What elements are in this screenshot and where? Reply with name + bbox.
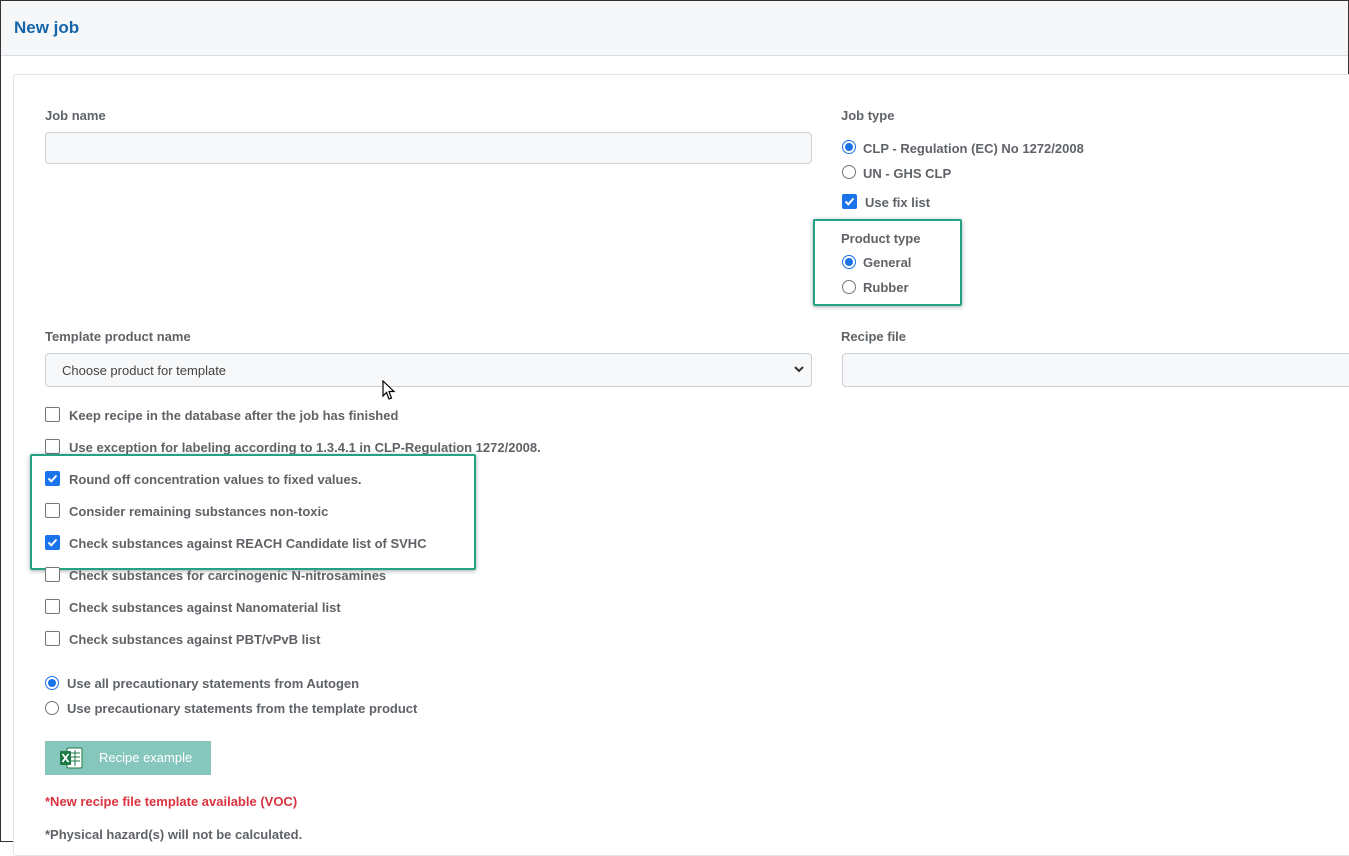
product-type-label: Product type — [841, 231, 921, 246]
mouse-pointer-icon — [382, 380, 396, 400]
recipe-example-label: Recipe example — [99, 750, 193, 765]
precaution-template-label: Use precautionary statements from the te… — [67, 701, 418, 716]
job-type-ghs-radio[interactable] — [842, 165, 856, 179]
job-type-clp-label: CLP - Regulation (EC) No 1272/2008 — [863, 141, 1084, 156]
nitrosamines-checkbox[interactable] — [45, 567, 60, 582]
use-fix-list-label: Use fix list — [865, 195, 931, 210]
job-name-input[interactable] — [45, 132, 812, 164]
precaution-autogen-label: Use all precautionary statements from Au… — [67, 676, 360, 691]
job-type-clp-radio[interactable] — [842, 140, 856, 154]
chevron-down-icon — [794, 366, 804, 373]
excel-icon — [60, 747, 83, 769]
checkmark-icon — [47, 474, 58, 483]
page-title: New job — [14, 18, 80, 37]
template-product-value: Choose product for template — [62, 363, 227, 378]
round-off-checkbox[interactable] — [45, 471, 60, 486]
product-type-general-radio[interactable] — [842, 255, 856, 269]
reach-svhc-label: Check substances against REACH Candidate… — [69, 536, 427, 551]
physical-hazard-note: *Physical hazard(s) will not be calculat… — [45, 827, 303, 842]
keep-recipe-label: Keep recipe in the database after the jo… — [69, 408, 399, 423]
precaution-autogen-radio[interactable] — [45, 676, 59, 690]
job-type-ghs-label: UN - GHS CLP — [863, 166, 952, 181]
reach-svhc-checkbox[interactable] — [45, 535, 60, 550]
template-product-label: Template product name — [45, 329, 191, 344]
job-name-label: Job name — [45, 108, 106, 123]
round-off-label: Round off concentration values to fixed … — [69, 472, 362, 487]
nanomaterial-checkbox[interactable] — [45, 599, 60, 614]
recipe-file-input[interactable] — [842, 353, 1349, 387]
use-exception-label: Use exception for labeling according to … — [69, 440, 541, 455]
recipe-example-button[interactable]: Recipe example — [45, 741, 211, 775]
pbt-vpvb-label: Check substances against PBT/vPvB list — [69, 632, 321, 647]
recipe-file-label: Recipe file — [841, 329, 907, 344]
keep-recipe-checkbox[interactable] — [45, 407, 60, 422]
non-toxic-label: Consider remaining substances non-toxic — [69, 504, 329, 519]
job-type-label: Job type — [841, 108, 895, 123]
checkmark-icon — [47, 538, 58, 547]
checkmark-icon — [844, 197, 855, 206]
voc-template-note: *New recipe file template available (VOC… — [45, 794, 298, 809]
form-panel — [13, 74, 1349, 856]
product-type-rubber-label: Rubber — [863, 280, 909, 295]
header-bar: New job — [1, 1, 1348, 56]
use-exception-checkbox[interactable] — [45, 439, 60, 454]
template-product-select[interactable]: Choose product for template — [45, 353, 812, 387]
use-fix-list-checkbox[interactable] — [842, 194, 857, 209]
nitrosamines-label: Check substances for carcinogenic N-nitr… — [69, 568, 387, 583]
precaution-template-radio[interactable] — [45, 701, 59, 715]
product-type-general-label: General — [863, 255, 912, 270]
pbt-vpvb-checkbox[interactable] — [45, 631, 60, 646]
nanomaterial-label: Check substances against Nanomaterial li… — [69, 600, 341, 615]
product-type-rubber-radio[interactable] — [842, 280, 856, 294]
non-toxic-checkbox[interactable] — [45, 503, 60, 518]
